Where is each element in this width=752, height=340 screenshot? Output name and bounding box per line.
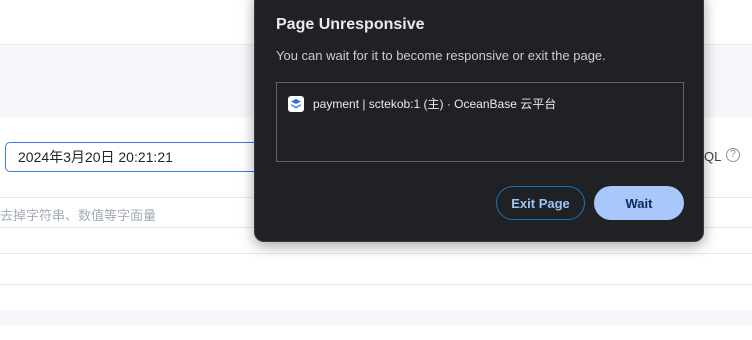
dialog-message: You can wait for it to become responsive…	[276, 48, 606, 63]
unresponsive-pages-list: payment | sctekob:1 (主) · OceanBase 云平台	[276, 82, 684, 162]
page-unresponsive-dialog: Page Unresponsive You can wait for it to…	[254, 0, 704, 242]
exit-page-button[interactable]: Exit Page	[496, 186, 585, 220]
table-divider	[0, 253, 752, 254]
wait-button[interactable]: Wait	[594, 186, 684, 220]
dialog-title: Page Unresponsive	[276, 16, 425, 33]
table-divider	[0, 284, 752, 285]
oceanbase-logo-icon	[288, 95, 304, 112]
page-title: payment | sctekob:1 (主) · OceanBase 云平台	[313, 97, 557, 111]
page-footer-band	[0, 310, 752, 325]
literal-hint-text: 去掉字符串、数值等字面量	[0, 208, 157, 223]
list-item: payment | sctekob:1 (主) · OceanBase 云平台	[288, 95, 556, 112]
sql-label: QL	[704, 149, 722, 164]
datetime-input[interactable]: 2024年3月20日 20:21:21	[5, 142, 280, 172]
help-icon[interactable]: ?	[726, 148, 740, 162]
